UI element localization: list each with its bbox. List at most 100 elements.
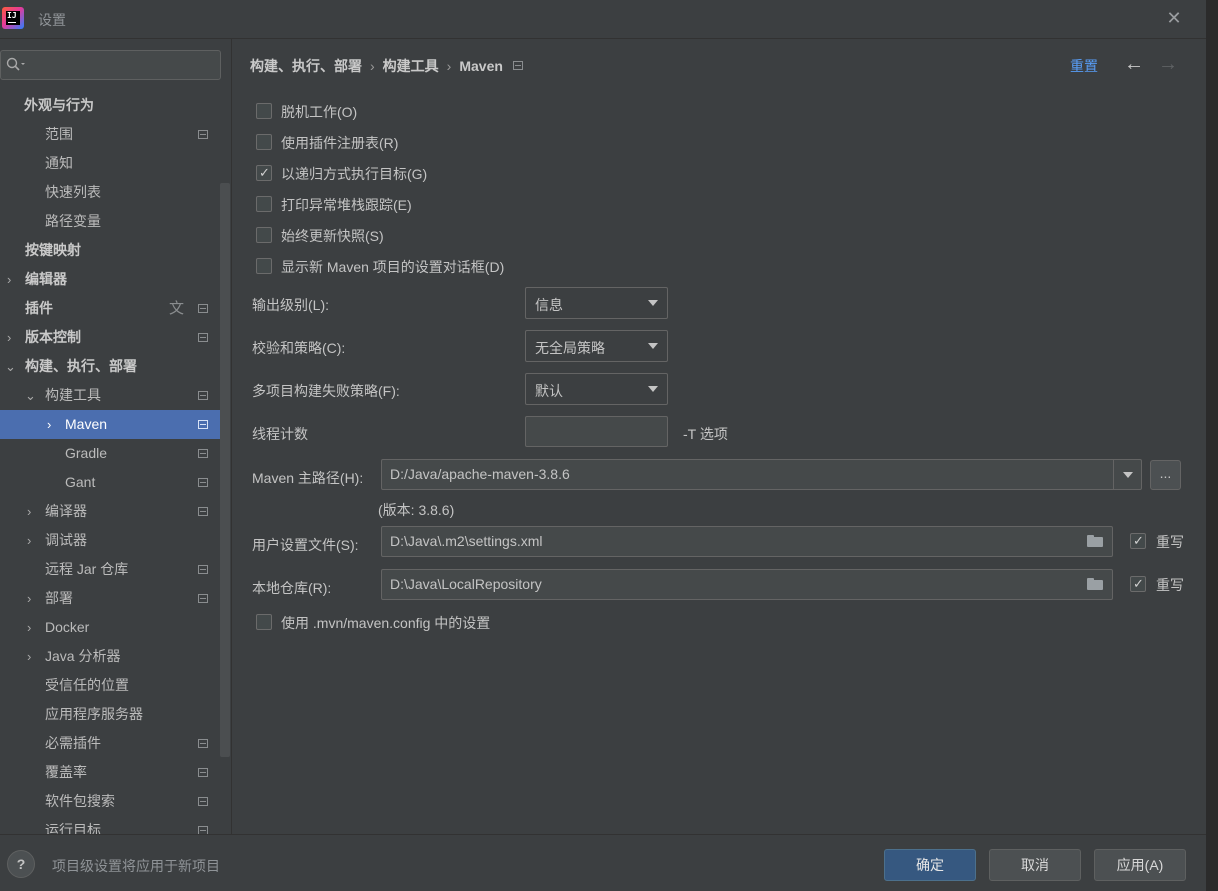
- chevron-right-icon[interactable]: ›: [47, 410, 57, 439]
- sidebar-item-trusted-locations[interactable]: 受信任的位置: [0, 671, 220, 700]
- project-level-icon: [198, 420, 208, 429]
- thread-count-hint: -T 选项: [683, 426, 728, 442]
- sidebar-item-quick-lists[interactable]: 快速列表: [0, 178, 220, 207]
- sidebar-item-java-profiler[interactable]: › Java 分析器: [0, 642, 220, 671]
- sidebar-item-deployment[interactable]: › 部署: [0, 584, 220, 613]
- project-level-note: 项目级设置将应用于新项目: [52, 858, 220, 874]
- chevron-right-icon[interactable]: ›: [27, 642, 37, 671]
- dropdown-arrow-icon[interactable]: [1123, 472, 1133, 478]
- intellij-logo-icon: IJ: [2, 7, 24, 29]
- folder-icon[interactable]: [1087, 535, 1103, 547]
- checkbox-box[interactable]: [1130, 574, 1146, 594]
- select-value: 无全局策略: [535, 340, 605, 356]
- checkbox-box[interactable]: [256, 163, 272, 183]
- ok-button[interactable]: 确定: [884, 849, 976, 881]
- sidebar-item-compiler[interactable]: › 编译器: [0, 497, 220, 526]
- user-settings-input[interactable]: D:\Java\.m2\settings.xml: [381, 526, 1113, 557]
- chevron-right-icon[interactable]: ›: [27, 497, 37, 526]
- sidebar-item-remote-jar-repos[interactable]: 远程 Jar 仓库: [0, 555, 220, 584]
- sidebar-item-label: 快速列表: [45, 184, 101, 200]
- sidebar-item-docker[interactable]: › Docker: [0, 613, 220, 642]
- checkbox-box[interactable]: [256, 258, 272, 274]
- sidebar-item-label: 编译器: [45, 503, 87, 519]
- sidebar-item-scopes[interactable]: 范围: [0, 120, 220, 149]
- sidebar-item-label: Gant: [65, 474, 96, 490]
- sidebar-item-application-servers[interactable]: 应用程序服务器: [0, 700, 220, 729]
- settings-tree: 外观与行为 范围 通知 快速列表 路径变量 按键映射 › 编辑器 插件 文 ›: [0, 91, 220, 834]
- sidebar-item-label: 版本控制: [25, 329, 81, 345]
- chevron-right-icon[interactable]: ›: [7, 265, 17, 294]
- checkbox-box[interactable]: [256, 103, 272, 119]
- window-edge: [1206, 0, 1218, 891]
- sidebar-item-editor[interactable]: › 编辑器: [0, 265, 220, 294]
- checkbox-box[interactable]: [256, 614, 272, 630]
- window-title: 设置: [38, 12, 66, 28]
- checkbox-box[interactable]: [256, 134, 272, 150]
- cancel-button[interactable]: 取消: [989, 849, 1081, 881]
- chevron-right-icon[interactable]: ›: [27, 584, 37, 613]
- sidebar-item-keymap[interactable]: 按键映射: [0, 236, 220, 265]
- forward-arrow-icon[interactable]: →: [1158, 53, 1178, 76]
- sidebar-item-gant[interactable]: Gant: [0, 468, 220, 497]
- apply-button[interactable]: 应用(A): [1094, 849, 1186, 881]
- chevron-right-icon[interactable]: ›: [7, 323, 17, 352]
- sidebar-scrollbar[interactable]: [220, 183, 230, 757]
- output-level-select[interactable]: 信息: [525, 287, 668, 319]
- local-repo-input[interactable]: D:\Java\LocalRepository: [381, 569, 1113, 600]
- sidebar-item-label: 软件包搜索: [45, 793, 115, 809]
- sidebar-item-label: 外观与行为: [24, 97, 94, 113]
- project-level-icon: [198, 478, 208, 487]
- project-level-icon: [512, 61, 523, 70]
- sidebar-item-label: 范围: [45, 126, 73, 142]
- translate-icon: 文: [169, 300, 185, 317]
- close-icon[interactable]: ✕: [1164, 8, 1184, 28]
- sidebar-item-label: 路径变量: [45, 213, 101, 229]
- sidebar-item-required-plugins[interactable]: 必需插件: [0, 729, 220, 758]
- browse-maven-home-button[interactable]: ...: [1150, 460, 1181, 490]
- chevron-right-icon[interactable]: ›: [27, 613, 37, 642]
- multiproject-fail-select[interactable]: 默认: [525, 373, 668, 405]
- sidebar-item-label: 调试器: [45, 532, 87, 548]
- project-level-icon: [198, 565, 208, 574]
- sidebar-item-label: 必需插件: [45, 735, 101, 751]
- thread-count-label: 线程计数: [252, 426, 308, 442]
- back-arrow-icon[interactable]: ←: [1124, 53, 1144, 76]
- chevron-right-icon[interactable]: ›: [27, 526, 37, 555]
- checkbox-box[interactable]: [256, 196, 272, 212]
- thread-count-input[interactable]: [525, 416, 668, 447]
- sidebar-item-path-variables[interactable]: 路径变量: [0, 207, 220, 236]
- sidebar-item-label: Java 分析器: [45, 648, 121, 664]
- sidebar-item-plugins[interactable]: 插件 文: [0, 294, 220, 323]
- chevron-down-icon[interactable]: ⌄: [5, 352, 16, 381]
- sidebar-item-build-execution-deployment[interactable]: ⌄ 构建、执行、部署: [0, 352, 220, 381]
- help-button[interactable]: ?: [7, 850, 35, 878]
- sidebar-item-label: Docker: [45, 619, 90, 635]
- local-repo-label: 本地仓库(R):: [252, 580, 332, 596]
- sidebar-item-debugger[interactable]: › 调试器: [0, 526, 220, 555]
- sidebar-item-coverage[interactable]: 覆盖率: [0, 758, 220, 787]
- checkbox-box[interactable]: [256, 227, 272, 243]
- sidebar-item-version-control[interactable]: › 版本控制: [0, 323, 220, 352]
- maven-version-text: (版本: 3.8.6): [378, 502, 455, 518]
- checkbox-box[interactable]: [1130, 531, 1146, 551]
- search-input[interactable]: [0, 50, 221, 80]
- sidebar-item-label: 运行目标: [45, 822, 101, 834]
- sidebar-item-build-tools[interactable]: ⌄ 构建工具: [0, 381, 220, 410]
- sidebar-item-run-targets[interactable]: 运行目标: [0, 816, 220, 834]
- maven-home-combo[interactable]: D:/Java/apache-maven-3.8.6: [381, 459, 1142, 490]
- checksum-policy-select[interactable]: 无全局策略: [525, 330, 668, 362]
- sidebar-item-gradle[interactable]: Gradle: [0, 439, 220, 468]
- reset-link[interactable]: 重置: [1070, 56, 1098, 76]
- breadcrumb-item: Maven: [459, 58, 503, 74]
- sidebar-item-maven[interactable]: › Maven: [0, 410, 220, 439]
- checkbox-label: 以递归方式执行目标(G): [281, 166, 428, 182]
- sidebar-item-appearance[interactable]: 外观与行为: [0, 91, 220, 120]
- breadcrumb-separator: ›: [446, 58, 452, 74]
- sidebar-item-package-search[interactable]: 软件包搜索: [0, 787, 220, 816]
- folder-icon[interactable]: [1087, 578, 1103, 590]
- checkbox-label: 重写: [1156, 534, 1184, 550]
- sidebar-item-notifications[interactable]: 通知: [0, 149, 220, 178]
- project-level-icon: [198, 739, 208, 748]
- user-settings-value: D:\Java\.m2\settings.xml: [390, 533, 543, 549]
- chevron-down-icon[interactable]: ⌄: [25, 381, 36, 410]
